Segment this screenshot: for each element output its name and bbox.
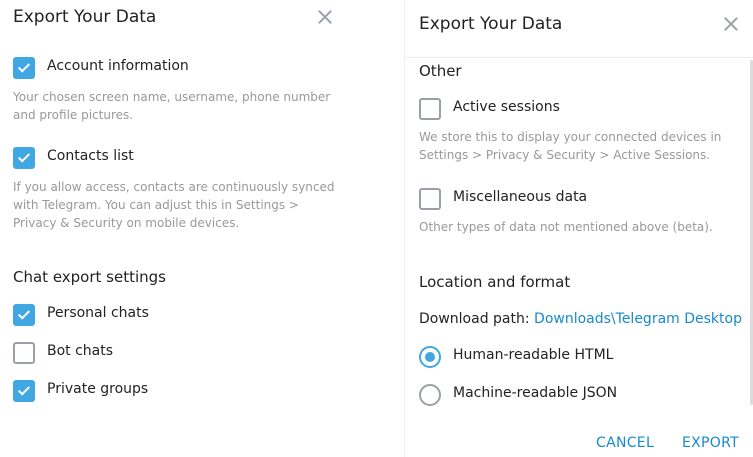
format-html-label: Human-readable HTML: [453, 347, 614, 363]
active-sessions-description: We store this to display your connected …: [419, 130, 722, 162]
dialog-title: Export Your Data: [419, 14, 563, 34]
contacts-list-label: Contacts list: [47, 148, 134, 164]
download-path-label: Download path:: [419, 311, 530, 327]
close-icon[interactable]: [317, 9, 333, 25]
dialog-title: Export Your Data: [13, 7, 157, 27]
cancel-button[interactable]: CANCEL: [596, 435, 654, 451]
checkbox-checked-icon: [13, 57, 35, 79]
account-information-description: Your chosen screen name, username, phone…: [13, 90, 331, 122]
active-sessions-label: Active sessions: [453, 99, 560, 115]
checkbox-checked-icon: [13, 304, 35, 326]
export-dialog-left: Export Your Data Account information You…: [0, 0, 404, 457]
checkbox-unchecked-icon: [13, 342, 35, 364]
other-heading: Other: [419, 62, 462, 80]
export-button[interactable]: EXPORT: [682, 435, 739, 451]
location-and-format-heading: Location and format: [419, 273, 571, 291]
format-json-label: Machine-readable JSON: [453, 385, 618, 401]
chat-export-settings-heading: Chat export settings: [13, 268, 166, 286]
checkbox-unchecked-icon: [419, 188, 441, 210]
radio-unselected-icon: [419, 384, 441, 406]
header-divider: [405, 57, 753, 58]
checkbox-checked-icon: [13, 147, 35, 169]
miscellaneous-data-description: Other types of data not mentioned above …: [419, 220, 713, 234]
contacts-list-description: If you allow access, contacts are contin…: [13, 180, 335, 230]
export-dialog-right: Export Your Data Other Active sessions W…: [404, 0, 753, 457]
bot-chats-label: Bot chats: [47, 343, 114, 359]
download-path-row: Download path: Downloads\Telegram Deskto…: [419, 311, 742, 327]
miscellaneous-data-label: Miscellaneous data: [453, 189, 588, 205]
checkbox-unchecked-icon: [419, 98, 441, 120]
private-groups-label: Private groups: [47, 381, 149, 397]
checkbox-checked-icon: [13, 380, 35, 402]
account-information-label: Account information: [47, 58, 189, 74]
download-path-link[interactable]: Downloads\Telegram Desktop: [534, 311, 742, 327]
personal-chats-label: Personal chats: [47, 305, 149, 321]
radio-selected-icon: [419, 346, 441, 368]
close-icon[interactable]: [723, 16, 739, 32]
